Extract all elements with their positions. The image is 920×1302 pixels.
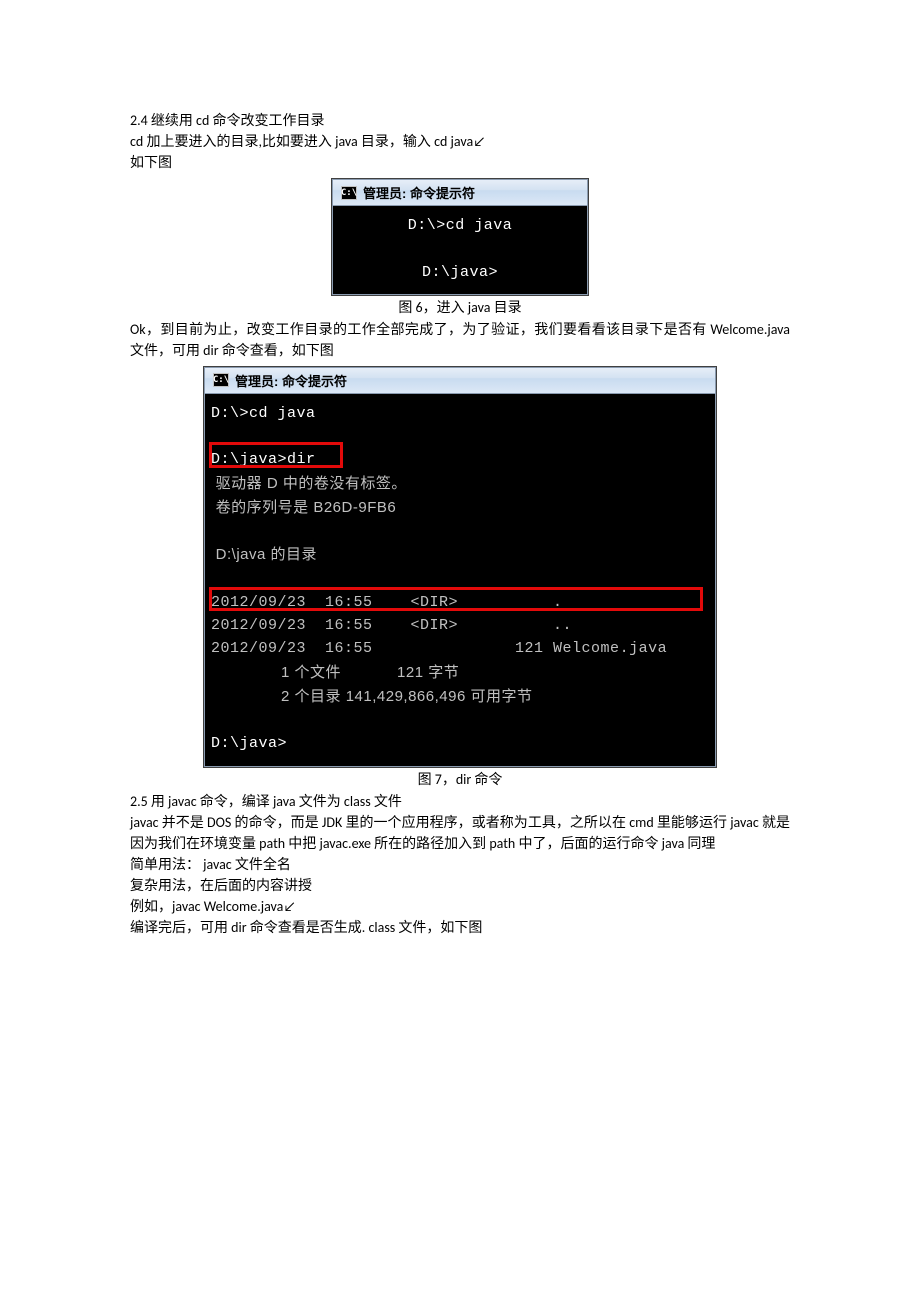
terminal-titlebar: C:\ 管理员: 命令提示符 xyxy=(333,180,587,206)
terminal-line: D:\>cd java xyxy=(408,217,513,234)
terminal-line: D:\java>dir xyxy=(211,451,316,468)
terminal-title-text: 管理员: 命令提示符 xyxy=(235,371,347,390)
paragraph: 复杂用法，在后面的内容讲授 xyxy=(130,875,790,896)
terminal-window: C:\ 管理员: 命令提示符 D:\>cd java D:\java>dir 驱… xyxy=(204,367,716,767)
terminal-line: D:\java> xyxy=(211,735,287,752)
terminal-title-text: 管理员: 命令提示符 xyxy=(363,183,475,202)
paragraph: 简单用法： javac 文件全名 xyxy=(130,854,790,875)
terminal-line: D:\java> xyxy=(422,264,498,281)
terminal-line: D:\>cd java xyxy=(211,405,316,422)
terminal-line: 2012/09/23 16:55 121 Welcome.java xyxy=(211,640,667,657)
paragraph: 如下图 xyxy=(130,152,790,173)
terminal-line: 1 个文件 121 字节 xyxy=(211,664,459,681)
terminal-line: D:\java 的目录 xyxy=(211,546,317,563)
section-heading-2-5: 2.5 用 javac 命令，编译 java 文件为 class 文件 xyxy=(130,791,790,812)
paragraph: cd 加上要进入的目录,比如要进入 java 目录，输入 cd java↙ xyxy=(130,131,790,152)
paragraph: Ok，到目前为止，改变工作目录的工作全部完成了，为了验证，我们要看看该目录下是否… xyxy=(130,319,790,361)
paragraph: javac 并不是 DOS 的命令，而是 JDK 里的一个应用程序，或者称为工具… xyxy=(130,812,790,854)
document-page: 2.4 继续用 cd 命令改变工作目录 cd 加上要进入的目录,比如要进入 ja… xyxy=(0,0,920,988)
terminal-body: D:\>cd java D:\java>dir 驱动器 D 中的卷没有标签。 卷… xyxy=(205,394,715,766)
cmd-icon: C:\ xyxy=(213,373,229,387)
paragraph: 例如，javac Welcome.java↙ xyxy=(130,896,790,917)
figure-6-caption: 图 6，进入 java 目录 xyxy=(130,297,790,317)
terminal-line: 2012/09/23 16:55 <DIR> . xyxy=(211,594,563,611)
terminal-line: 驱动器 D 中的卷没有标签。 xyxy=(211,475,407,492)
terminal-line: 2 个目录 141,429,866,496 可用字节 xyxy=(211,688,532,705)
figure-6: C:\ 管理员: 命令提示符 D:\>cd java D:\java> xyxy=(130,179,790,295)
terminal-window: C:\ 管理员: 命令提示符 D:\>cd java D:\java> xyxy=(332,179,588,295)
figure-7: C:\ 管理员: 命令提示符 D:\>cd java D:\java>dir 驱… xyxy=(130,367,790,767)
terminal-body: D:\>cd java D:\java> xyxy=(333,206,587,294)
figure-7-caption: 图 7，dir 命令 xyxy=(130,769,790,789)
terminal-line: 2012/09/23 16:55 <DIR> .. xyxy=(211,617,572,634)
terminal-line: 卷的序列号是 B26D-9FB6 xyxy=(211,499,396,516)
terminal-titlebar: C:\ 管理员: 命令提示符 xyxy=(205,368,715,394)
paragraph: 编译完后，可用 dir 命令查看是否生成. class 文件，如下图 xyxy=(130,917,790,938)
section-heading-2-4: 2.4 继续用 cd 命令改变工作目录 xyxy=(130,110,790,131)
cmd-icon: C:\ xyxy=(341,186,357,200)
